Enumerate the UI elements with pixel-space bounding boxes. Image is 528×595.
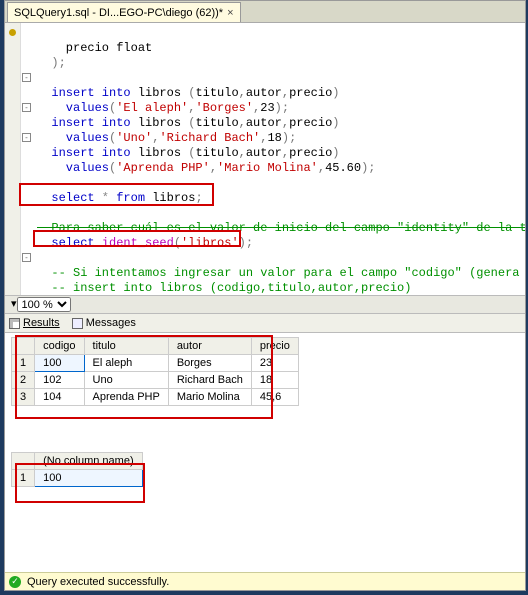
fold-toggle[interactable]: - — [22, 103, 31, 112]
status-bar: ✓ Query executed successfully. — [5, 572, 525, 590]
fold-toggle[interactable]: - — [22, 133, 31, 142]
code-content: precio float ); insert into libros (titu… — [5, 23, 525, 295]
results-tabs: Results Messages — [5, 313, 525, 333]
status-text: Query executed successfully. — [27, 576, 169, 588]
tab-results[interactable]: Results — [9, 317, 60, 329]
messages-icon — [72, 318, 83, 329]
tab-messages[interactable]: Messages — [72, 317, 136, 329]
tab-messages-label: Messages — [86, 317, 136, 329]
zoom-select[interactable]: 100 % — [17, 297, 71, 312]
tab-results-label: Results — [23, 317, 60, 329]
grid-icon — [9, 318, 20, 329]
close-icon[interactable]: × — [227, 7, 233, 19]
fold-toggle[interactable]: - — [22, 253, 31, 262]
editor-gutter — [5, 23, 21, 295]
highlight-box — [15, 335, 273, 419]
fold-toggle[interactable]: - — [22, 73, 31, 82]
success-icon: ✓ — [9, 576, 21, 588]
sql-editor[interactable]: - - - - precio float ); insert into libr… — [5, 23, 525, 295]
results-body: codigo titulo autor precio 1 100 El alep… — [5, 333, 525, 572]
highlight-box — [15, 463, 145, 503]
zoom-bar: 100 % ▾ — [5, 295, 525, 313]
file-tab-label: SQLQuery1.sql - DI...EGO-PC\diego (62))* — [14, 7, 223, 19]
exec-marker-icon — [9, 29, 16, 36]
highlight-box — [19, 183, 214, 206]
tab-bar: SQLQuery1.sql - DI...EGO-PC\diego (62))*… — [5, 1, 525, 23]
highlight-box — [33, 230, 241, 247]
file-tab[interactable]: SQLQuery1.sql - DI...EGO-PC\diego (62))*… — [7, 2, 241, 22]
